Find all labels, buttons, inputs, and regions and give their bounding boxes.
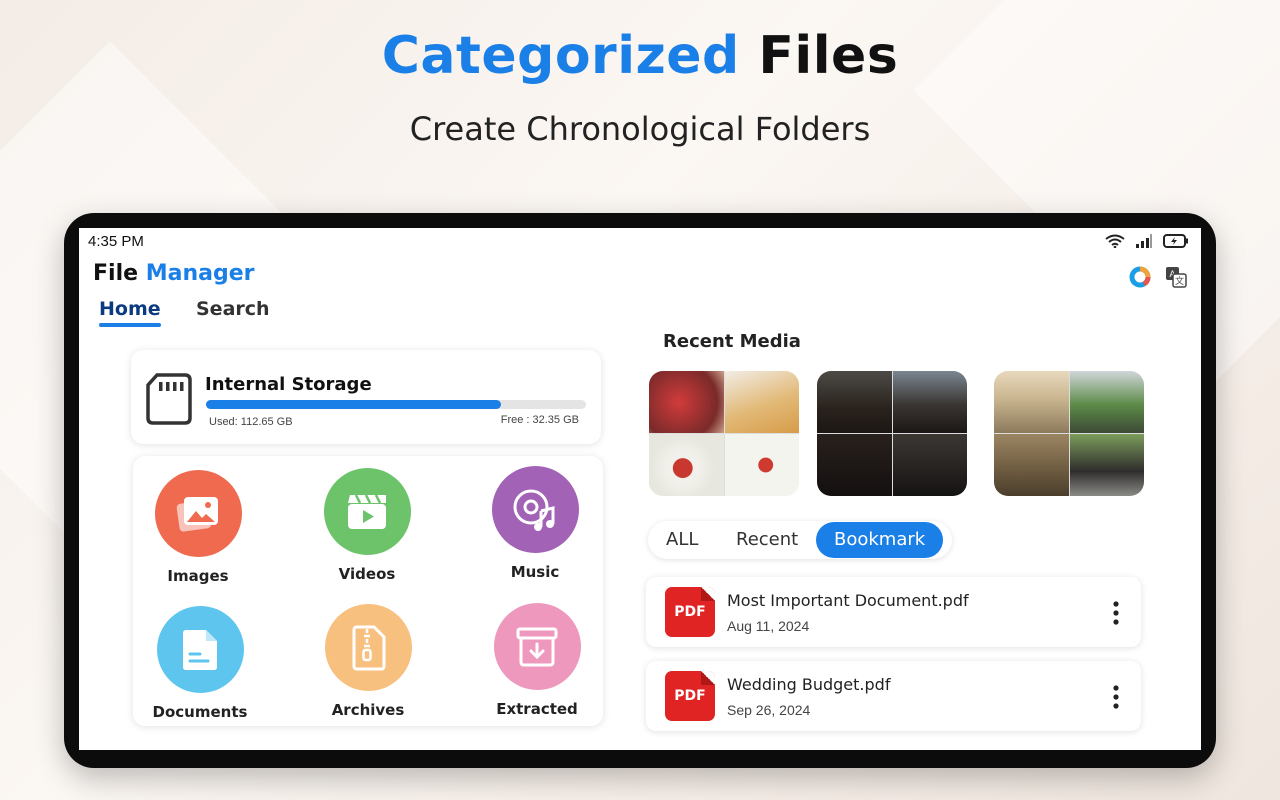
headline-rest: Files (758, 26, 899, 86)
wifi-icon (1105, 234, 1125, 248)
file-date: Aug 11, 2024 (727, 618, 810, 634)
videos-icon-circle (323, 468, 411, 555)
extract-icon (516, 627, 558, 666)
file-name: Most Important Document.pdf (727, 591, 969, 610)
category-label: Images (167, 567, 229, 585)
file-row[interactable]: PDF Wedding Budget.pdf Sep 26, 2024 (646, 661, 1141, 731)
filter-bookmark[interactable]: Bookmark (816, 522, 944, 558)
translate-icon[interactable]: A文 (1165, 266, 1187, 288)
promo-subline: Create Chronological Folders (409, 110, 871, 148)
category-label: Videos (338, 565, 396, 583)
file-row[interactable]: PDF Most Important Document.pdf Aug 11, … (646, 577, 1141, 647)
file-name: Wedding Budget.pdf (727, 675, 891, 694)
storage-free: Free : 32.35 GB (500, 414, 579, 426)
archive-icon (352, 625, 386, 670)
app-title: File Manager (93, 261, 254, 286)
extracted-icon-circle (493, 603, 581, 690)
images-icon-circle (154, 470, 242, 557)
tab-home[interactable]: Home (99, 298, 161, 327)
document-icon (183, 629, 217, 670)
music-icon (513, 489, 555, 531)
image-icon (176, 496, 218, 532)
pdf-icon: PDF (665, 587, 715, 637)
recent-media-title: Recent Media (663, 331, 801, 352)
video-icon (348, 493, 386, 529)
storage-label: Internal Storage (205, 374, 372, 395)
header-actions: A文 (1129, 266, 1187, 288)
tab-search[interactable]: Search (196, 298, 270, 320)
pdf-icon: PDF (665, 671, 715, 721)
more-options-icon[interactable] (1113, 685, 1119, 709)
signal-icon (1136, 234, 1152, 248)
media-thumbnail-patio[interactable] (994, 371, 1144, 496)
media-thumbnail-portraits[interactable] (817, 371, 967, 496)
media-thumbnail-christmas[interactable] (649, 371, 799, 496)
storage-used: Used: 112.65 GB (209, 416, 293, 428)
app-title-part1: File (93, 261, 139, 286)
music-icon-circle (491, 466, 579, 553)
storage-progress-fill (206, 400, 502, 409)
headline-accent: Categorized (381, 26, 740, 86)
category-music[interactable]: Music (470, 466, 600, 581)
file-filter-tabs: ALL Recent Bookmark (648, 521, 952, 559)
status-icons (1105, 234, 1189, 248)
storage-chart-icon[interactable] (1129, 266, 1151, 288)
documents-icon-circle (156, 606, 244, 693)
category-archives[interactable]: Archives (303, 604, 433, 719)
filter-all[interactable]: ALL (666, 529, 698, 550)
category-documents[interactable]: Documents (135, 606, 265, 721)
more-options-icon[interactable] (1113, 601, 1119, 625)
categories-card: Images Videos Music Documents Archives E… (133, 456, 603, 726)
category-images[interactable]: Images (133, 470, 263, 585)
category-label: Extracted (496, 700, 578, 718)
tablet-frame: 4:35 PM File Manager A文 Home Search Inte… (64, 213, 1216, 768)
status-time: 4:35 PM (88, 233, 144, 250)
sd-card-icon (146, 373, 192, 425)
file-date: Sep 26, 2024 (727, 702, 811, 718)
app-screen: 4:35 PM File Manager A文 Home Search Inte… (79, 228, 1201, 750)
category-label: Music (510, 563, 560, 581)
category-videos[interactable]: Videos (302, 468, 432, 583)
svg-text:文: 文 (1175, 275, 1184, 287)
category-label: Documents (152, 703, 248, 721)
category-label: Archives (331, 701, 405, 719)
filter-recent[interactable]: Recent (736, 529, 798, 550)
battery-charging-icon (1163, 234, 1188, 248)
internal-storage-card[interactable]: Internal Storage Used: 112.65 GB Free : … (131, 350, 601, 444)
promo-headline: Categorized Files (0, 26, 1280, 86)
app-title-part2: Manager (145, 261, 255, 286)
category-extracted[interactable]: Extracted (472, 603, 602, 718)
archives-icon-circle (324, 604, 412, 691)
storage-progress-bar (206, 400, 586, 409)
